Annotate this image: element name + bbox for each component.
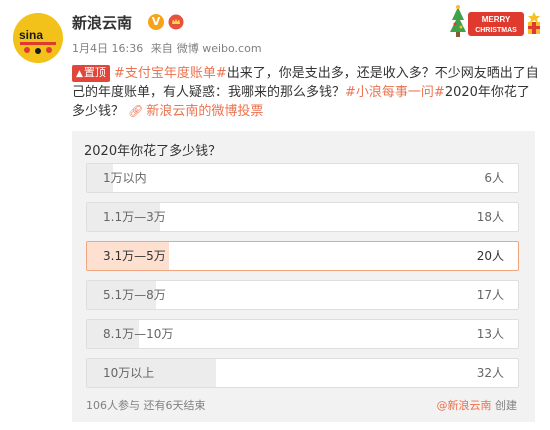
post-source[interactable]: 微博 weibo.com: [177, 42, 262, 55]
poll-creator-line: @新浪云南 创建: [437, 397, 518, 413]
username[interactable]: 新浪云南: [72, 12, 132, 33]
poll-option-count: 20人: [476, 249, 504, 263]
poll-option-5[interactable]: 8.1万—10万 13人: [86, 319, 519, 349]
poll-option-label: 1万以内: [103, 171, 147, 185]
poll-option-label: 1.1万—3万: [103, 210, 166, 224]
weibo-post: sina 新浪云南 V 1月4日 16:36 来自 微博 weibo.com ME…: [0, 0, 550, 430]
poll-option-2[interactable]: 1.1万—3万 18人: [86, 202, 519, 232]
poll-creator-link[interactable]: @新浪云南: [437, 399, 492, 412]
post-content: ▲置顶 #支付宝年度账单#出来了，你是支出多，还是收入多？不少网友晒出了自己的年度…: [72, 64, 542, 121]
member-crown-icon[interactable]: [168, 14, 184, 30]
hashtag-alipay-bill[interactable]: #支付宝年度账单#: [114, 66, 227, 81]
sina-logo-icon: sina: [13, 13, 63, 63]
poll-option-6[interactable]: 10万以上 32人: [86, 358, 519, 388]
poll-question: 2020年你花了多少钱？: [84, 144, 222, 159]
poll-link-icon: 🔗︎: [128, 104, 144, 118]
poll-option-label: 10万以上: [103, 366, 155, 380]
pinned-badge: ▲置顶: [72, 65, 110, 82]
poll-remaining: 还有6天结束: [143, 399, 206, 412]
poll-option-1[interactable]: 1万以内 6人: [86, 163, 519, 193]
poll-created-label: 创建: [495, 399, 517, 412]
poll-option-count: 13人: [476, 327, 504, 341]
post-date[interactable]: 1月4日 16:36: [72, 42, 143, 55]
pin-icon: ▲: [76, 69, 83, 79]
poll-card: 2020年你花了多少钱？ 1万以内 6人 1.1万—3万 18人 3.1万—5万…: [72, 131, 535, 422]
poll-participants: 106人参与: [86, 399, 140, 412]
poll-option-count: 6人: [484, 171, 504, 185]
poll-option-4[interactable]: 5.1万—8万 17人: [86, 280, 519, 310]
pinned-label: 置顶: [83, 66, 106, 79]
verified-badge-icon: V: [148, 14, 164, 30]
poll-option-count: 18人: [476, 210, 504, 224]
poll-link-text[interactable]: 新浪云南的微博投票: [146, 104, 263, 119]
hashtag-xiaolang-question[interactable]: #小浪每事一问#: [345, 85, 445, 100]
poll-option-count: 32人: [476, 366, 504, 380]
post-meta: 1月4日 16:36 来自 微博 weibo.com: [72, 40, 266, 56]
christmas-decoration-icon: MERRY CHRISTMAS: [450, 5, 540, 37]
avatar[interactable]: sina: [13, 13, 63, 63]
poll-link[interactable]: 🔗︎ 新浪云南的微博投票: [128, 104, 263, 119]
svg-text:MERRY: MERRY: [482, 15, 511, 24]
source-prefix: 来自: [150, 42, 173, 55]
poll-option-label: 5.1万—8万: [103, 288, 166, 302]
poll-option-3[interactable]: 3.1万—5万 20人: [86, 241, 519, 271]
poll-option-count: 17人: [476, 288, 504, 302]
svg-text:CHRISTMAS: CHRISTMAS: [475, 27, 517, 34]
poll-stats: 106人参与 还有6天结束: [86, 397, 206, 413]
poll-option-label: 3.1万—5万: [103, 249, 166, 263]
svg-text:sina: sina: [19, 28, 43, 42]
poll-option-label: 8.1万—10万: [103, 327, 174, 341]
